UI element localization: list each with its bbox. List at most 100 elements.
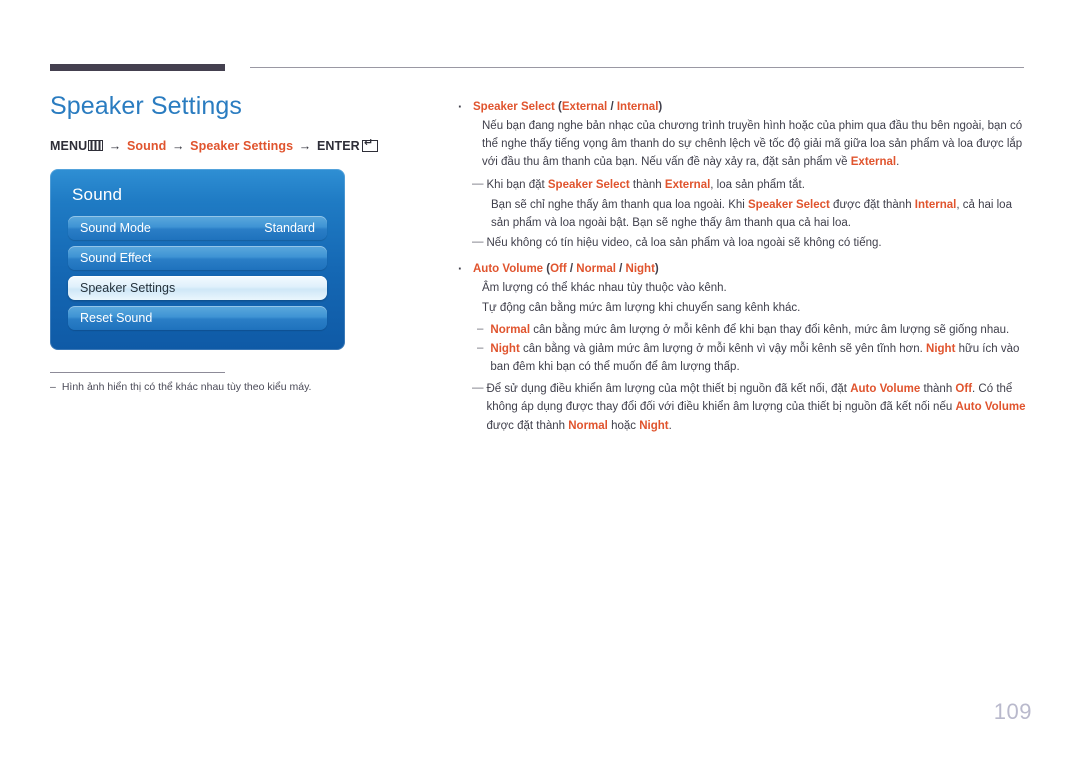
- subnote-normal-body: cân bằng mức âm lượng ở mỗi kênh để khi …: [530, 323, 1010, 336]
- em-dash-marker: —: [472, 236, 483, 249]
- footnote-block: – Hình ảnh hiển thị có thể khác nhau tùy…: [50, 372, 350, 394]
- section-speaker-select: · Speaker Select (External / Internal) N…: [458, 98, 1028, 252]
- auto-volume-title: Auto Volume: [473, 263, 544, 276]
- header-rules: [0, 0, 1080, 80]
- note-1-text: Khi bạn đặt Speaker Select thành Externa…: [487, 176, 1029, 194]
- left-column: Speaker Settings MENU → Sound → Speaker …: [50, 92, 430, 394]
- osd-item-sound-effect[interactable]: Sound Effect: [68, 246, 327, 270]
- option-slash-2: /: [615, 263, 626, 276]
- auto-volume-subnote-night: – Night cân bằng và giảm mức âm lượng ở …: [477, 340, 1028, 376]
- osd-item-label: Sound Mode: [80, 221, 151, 235]
- footnote: – Hình ảnh hiển thị có thể khác nhau tùy…: [50, 380, 350, 394]
- av-note-auto-volume-1: Auto Volume: [850, 383, 921, 396]
- menu-path-arrow-2: →: [171, 139, 185, 153]
- speaker-select-note-1-continued: Bạn sẽ chỉ nghe thấy âm thanh qua loa ng…: [491, 196, 1028, 232]
- section-auto-volume: · Auto Volume (Off / Normal / Night) Âm …: [458, 260, 1028, 434]
- menu-path-arrow-3: →: [298, 139, 312, 153]
- av-note-part-a: Để sử dụng điều khiển âm lượng của một t…: [486, 383, 851, 396]
- av-note-normal: Normal: [568, 419, 608, 432]
- em-dash-marker: —: [472, 177, 483, 190]
- footnote-divider: [50, 372, 225, 373]
- av-note-part-k: .: [668, 419, 672, 432]
- subnote-normal-keyword: Normal: [490, 323, 531, 336]
- note-1-cont-part-a: Bạn sẽ chỉ nghe thấy âm thanh qua loa ng…: [491, 198, 749, 211]
- right-column: · Speaker Select (External / Internal) N…: [458, 98, 1028, 437]
- menu-path-enter-label: ENTER: [316, 139, 360, 153]
- header-rule-thin: [250, 67, 1024, 68]
- option-internal: Internal: [616, 101, 659, 113]
- paren-open: (: [554, 101, 562, 113]
- footnote-dash: –: [50, 381, 56, 393]
- speaker-select-body-external: External: [850, 156, 897, 169]
- menu-bars-icon: [88, 140, 104, 151]
- bullet-dot-icon: ·: [458, 99, 463, 114]
- option-off: Off: [550, 263, 567, 276]
- menu-navigation-path: MENU → Sound → Speaker Settings → ENTER: [50, 137, 430, 153]
- subnote-night-text: Night cân bằng và giảm mức âm lượng ở mỗ…: [490, 340, 1028, 376]
- menu-path-step-speaker-settings: Speaker Settings: [190, 139, 294, 153]
- option-night: Night: [625, 263, 655, 276]
- osd-item-sound-mode[interactable]: Sound Mode Standard: [68, 216, 327, 240]
- paren-close: ): [654, 263, 659, 276]
- speaker-select-note-2: — Nếu không có tín hiệu video, cả loa sả…: [472, 234, 1028, 252]
- sub-dash-marker: –: [477, 341, 484, 354]
- option-normal: Normal: [576, 263, 616, 276]
- page-number: 109: [993, 699, 1032, 724]
- speaker-select-title: Speaker Select: [473, 101, 555, 113]
- header-rule-thick: [50, 64, 225, 71]
- footnote-text: Hình ảnh hiển thị có thể khác nhau tùy t…: [61, 381, 312, 393]
- auto-volume-subnote-normal: – Normal cân bằng mức âm lượng ở mỗi kên…: [477, 321, 1028, 339]
- speaker-select-body: Nếu bạn đang nghe bản nhạc của chương tr…: [482, 117, 1028, 171]
- option-slash: /: [607, 101, 617, 113]
- osd-item-reset-sound[interactable]: Reset Sound: [68, 306, 327, 330]
- option-external: External: [561, 101, 608, 113]
- sub-dash-marker: –: [477, 322, 484, 335]
- osd-item-label: Reset Sound: [80, 311, 153, 325]
- em-dash-marker: —: [472, 382, 483, 395]
- page-title: Speaker Settings: [50, 92, 242, 120]
- speaker-select-body-text: Nếu bạn đang nghe bản nhạc của chương tr…: [482, 120, 1023, 169]
- note-2-text: Nếu không có tín hiệu video, cả loa sản …: [486, 237, 882, 250]
- auto-volume-heading-text: Auto Volume (Off / Normal / Night): [473, 260, 659, 278]
- menu-path-arrow-1: →: [108, 139, 122, 153]
- note-1-cont-speaker-select: Speaker Select: [748, 198, 830, 211]
- note-1-cont-part-c: được đặt thành: [829, 198, 915, 211]
- auto-volume-heading: · Auto Volume (Off / Normal / Night): [458, 260, 1028, 278]
- note-1-speaker-select: Speaker Select: [547, 178, 630, 191]
- av-note-auto-volume-2: Auto Volume: [955, 401, 1026, 414]
- note-1-external: External: [664, 178, 711, 191]
- note-1-part-e: , loa sản phẩm tắt.: [710, 178, 805, 191]
- paren-close: ): [658, 101, 663, 113]
- speaker-select-heading: · Speaker Select (External / Internal): [458, 98, 1028, 116]
- menu-path-step-sound: Sound: [126, 139, 167, 153]
- subnote-night-keyword-2: Night: [926, 342, 956, 355]
- subnote-normal-text: Normal cân bằng mức âm lượng ở mỗi kênh …: [490, 321, 1028, 339]
- av-note-night: Night: [639, 419, 669, 432]
- subnote-night-keyword: Night: [490, 342, 520, 355]
- auto-volume-body-line-1: Âm lượng có thể khác nhau tùy thuộc vào …: [482, 282, 727, 295]
- subnote-night-body-1: cân bằng và giảm mức âm lượng ở mỗi kênh…: [519, 342, 927, 355]
- av-note-off: Off: [955, 383, 973, 396]
- speaker-select-heading-text: Speaker Select (External / Internal): [473, 98, 662, 116]
- osd-item-speaker-settings[interactable]: Speaker Settings: [68, 276, 327, 300]
- speaker-select-body-period: .: [896, 156, 900, 169]
- note-1-cont-internal: Internal: [914, 198, 957, 211]
- av-note-part-c: thành: [920, 383, 956, 396]
- osd-item-value: Standard: [264, 221, 315, 235]
- bullet-dot-icon: ·: [458, 261, 463, 277]
- note-1-part-c: thành: [629, 178, 665, 191]
- auto-volume-note: — Để sử dụng điều khiển âm lượng của một…: [472, 380, 1028, 434]
- option-slash-1: /: [566, 263, 577, 276]
- auto-volume-note-text: Để sử dụng điều khiển âm lượng của một t…: [487, 380, 1029, 434]
- osd-sound-panel: Sound Sound Mode Standard Sound Effect S…: [50, 169, 345, 350]
- osd-item-label: Sound Effect: [80, 251, 152, 265]
- av-note-part-g: được đặt thành: [486, 419, 569, 432]
- osd-item-label: Speaker Settings: [80, 281, 176, 295]
- note-1-part-a: Khi bạn đặt: [486, 178, 548, 191]
- enter-return-icon: [361, 137, 378, 152]
- av-note-part-i: hoặc: [607, 419, 640, 432]
- speaker-select-note-1: — Khi bạn đặt Speaker Select thành Exter…: [472, 176, 1028, 194]
- menu-path-menu-label: MENU: [50, 139, 88, 153]
- osd-panel-title: Sound: [72, 185, 123, 204]
- auto-volume-body-line-2: Tự động cân bằng mức âm lượng khi chuyển…: [482, 301, 801, 314]
